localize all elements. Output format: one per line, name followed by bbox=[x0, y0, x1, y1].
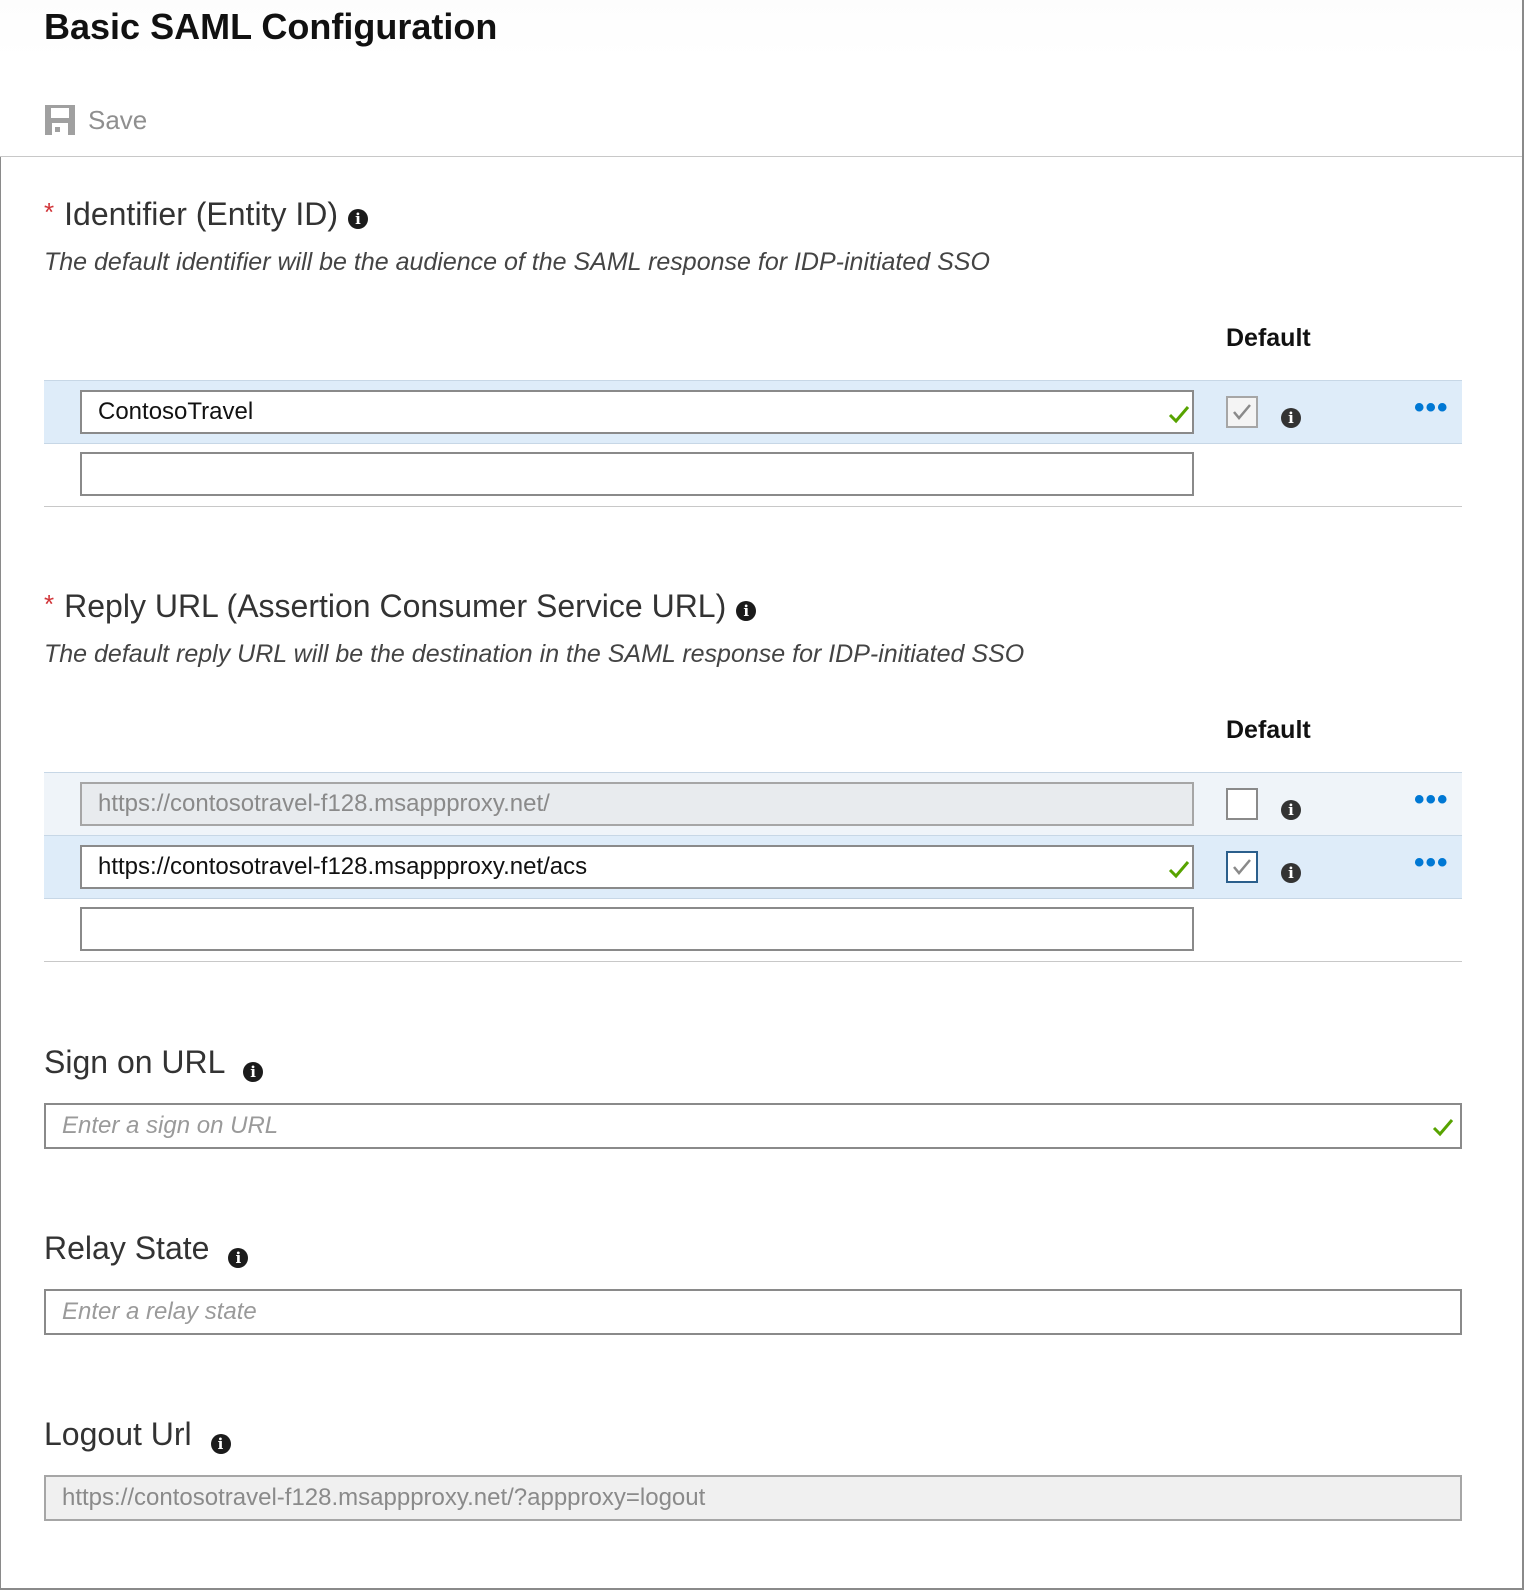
logout-url-input: https://contosotravel-f128.msappproxy.ne… bbox=[44, 1475, 1462, 1521]
more-options-icon[interactable]: ••• bbox=[1414, 783, 1449, 817]
identifier-input[interactable]: ContosoTravel bbox=[80, 390, 1194, 434]
info-icon[interactable]: i bbox=[243, 1062, 264, 1082]
required-mark: * bbox=[44, 589, 55, 619]
save-icon bbox=[45, 105, 75, 135]
required-mark: * bbox=[44, 197, 55, 227]
identifier-row: ContosoTravel i ••• bbox=[44, 380, 1462, 444]
reply-url-label: Reply URL (Assertion Consumer Service UR… bbox=[64, 588, 727, 624]
reply-url-row-empty bbox=[44, 898, 1462, 960]
info-icon[interactable]: i bbox=[1281, 863, 1301, 883]
info-icon[interactable]: i bbox=[736, 600, 757, 621]
blade-header: Basic SAML Configuration Save bbox=[0, 0, 1522, 157]
info-icon[interactable]: i bbox=[1281, 800, 1301, 820]
logout-url-title: Logout Url i bbox=[44, 1416, 231, 1454]
checkmark-icon bbox=[1233, 859, 1251, 875]
info-icon[interactable]: i bbox=[347, 208, 368, 229]
relay-state-label: Relay State bbox=[44, 1230, 210, 1266]
identifier-row-empty bbox=[44, 443, 1462, 505]
reply-url-input-empty[interactable] bbox=[80, 907, 1194, 951]
valid-check-icon bbox=[1432, 1119, 1454, 1137]
more-options-icon[interactable]: ••• bbox=[1414, 846, 1449, 880]
reply-url-input[interactable]: https://contosotravel-f128.msappproxy.ne… bbox=[80, 845, 1194, 889]
reply-url-row-selected: https://contosotravel-f128.msappproxy.ne… bbox=[44, 835, 1462, 899]
save-label: Save bbox=[88, 104, 148, 135]
logout-url-label: Logout Url bbox=[44, 1416, 192, 1452]
sign-on-url-label: Sign on URL bbox=[44, 1044, 225, 1080]
reply-url-row: https://contosotravel-f128.msappproxy.ne… bbox=[44, 772, 1462, 835]
identifier-default-header: Default bbox=[1226, 324, 1311, 352]
info-icon[interactable]: i bbox=[1281, 408, 1301, 428]
info-icon[interactable]: i bbox=[210, 1434, 231, 1454]
reply-url-default-header: Default bbox=[1226, 716, 1311, 744]
identifier-input-empty[interactable] bbox=[80, 452, 1194, 496]
reply-url-description: The default reply URL will be the destin… bbox=[44, 640, 1025, 668]
reply-url-input-disabled: https://contosotravel-f128.msappproxy.ne… bbox=[80, 782, 1194, 826]
page-title: Basic SAML Configuration bbox=[44, 6, 498, 47]
reply-url-title: * Reply URL (Assertion Consumer Service … bbox=[44, 588, 757, 625]
sign-on-url-title: Sign on URL i bbox=[44, 1044, 264, 1082]
more-options-icon[interactable]: ••• bbox=[1414, 391, 1449, 425]
identifier-label: Identifier (Entity ID) bbox=[64, 196, 338, 232]
identifier-description: The default identifier will be the audie… bbox=[44, 248, 990, 276]
relay-state-title: Relay State i bbox=[44, 1230, 249, 1268]
valid-check-icon bbox=[1168, 406, 1190, 424]
identifier-title: * Identifier (Entity ID) i bbox=[44, 196, 368, 233]
valid-check-icon bbox=[1168, 861, 1190, 879]
default-checkbox[interactable] bbox=[1226, 788, 1258, 820]
save-button[interactable]: Save bbox=[44, 102, 147, 138]
checkmark-icon bbox=[1233, 404, 1251, 420]
relay-state-input[interactable]: Enter a relay state bbox=[44, 1289, 1462, 1335]
default-checkbox[interactable] bbox=[1226, 396, 1258, 428]
sign-on-url-input[interactable]: Enter a sign on URL bbox=[44, 1103, 1462, 1149]
default-checkbox[interactable] bbox=[1226, 851, 1258, 883]
info-icon[interactable]: i bbox=[228, 1248, 249, 1268]
divider bbox=[44, 506, 1462, 507]
divider bbox=[44, 961, 1462, 962]
